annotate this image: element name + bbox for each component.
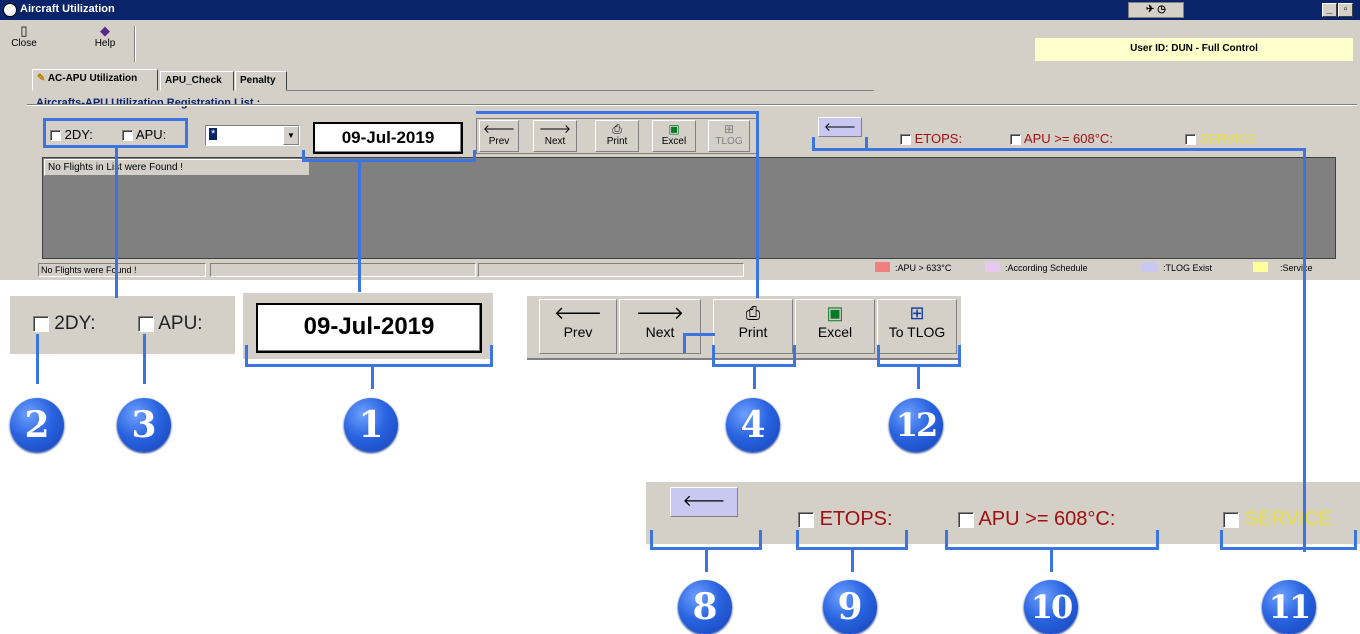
bracket-etops-stem: [851, 550, 854, 572]
bracket-date: [245, 345, 493, 367]
highlight-back: [812, 137, 868, 151]
bracket-apu-temp-stem: [1050, 550, 1053, 572]
toolbar-separator: [134, 26, 136, 62]
title-bar: Aircraft Utilization ✈ ◷ _ ▫: [0, 0, 1360, 20]
zoom-checkbox-etops: ETOPS:: [798, 508, 893, 531]
tray-icons: ✈ ◷: [1128, 2, 1184, 18]
excel-button[interactable]: ▣ Excel: [652, 120, 696, 152]
arrow-right-icon: 🡒: [538, 122, 572, 136]
help-button[interactable]: ◆ Help: [88, 23, 122, 63]
connector-back: [866, 148, 1306, 151]
user-info: User ID: DUN - Full Control: [1035, 38, 1353, 61]
connector-nav: [756, 111, 759, 298]
help-label: Help: [94, 38, 116, 49]
minimize-button[interactable]: _: [1322, 3, 1337, 17]
connector-date: [358, 162, 361, 292]
callout-badge-9: 9: [823, 580, 877, 634]
legend-swatch-apu: [875, 262, 890, 272]
edit-icon: ✎: [37, 73, 46, 84]
tab-ac-apu-utilization[interactable]: ✎ AC-APU Utilization: [32, 69, 158, 91]
callout-badge-12: 12: [889, 398, 943, 452]
legend-swatch-schedule: [985, 262, 1000, 272]
close-button[interactable]: ▯ Close: [10, 23, 38, 63]
clock-icon: [3, 3, 17, 17]
bracket-back-stem: [705, 550, 708, 572]
checkbox-etops[interactable]: ETOPS:: [900, 131, 962, 146]
legend-schedule: :According Schedule: [1005, 263, 1088, 273]
arrow-left-icon: 🡐: [482, 122, 516, 136]
bracket-back: [650, 530, 762, 550]
tab-penalty[interactable]: Penalty: [235, 71, 287, 91]
callout-badge-1: 1: [344, 398, 398, 452]
next-button[interactable]: 🡒 Next: [533, 120, 577, 152]
tab-apu-check[interactable]: APU_Check: [160, 71, 234, 91]
help-book-icon: ◆: [100, 23, 110, 38]
bracket-next-print: [683, 333, 715, 353]
status-pane-2: [210, 263, 476, 277]
prev-button[interactable]: 🡐 Prev: [479, 120, 519, 152]
list-message: No Flights in List were Found !: [44, 159, 310, 176]
callout-badge-8: 8: [678, 580, 732, 634]
bracket-print: [712, 345, 796, 367]
maximize-button[interactable]: ▫: [1338, 3, 1353, 17]
callout-badge-3: 3: [117, 398, 171, 452]
zoom-checkbox-service: SERVICE: [1223, 508, 1332, 531]
legend-service: :Service: [1280, 263, 1313, 273]
excel-icon: ▣: [668, 122, 680, 136]
connector-filters: [115, 148, 118, 298]
bracket-apu: [143, 334, 146, 384]
legend-tlog: :TLOG Exist: [1163, 263, 1213, 273]
bracket-date-stem: [371, 367, 374, 389]
bracket-print-stem: [753, 367, 756, 389]
tab-underline: [287, 90, 874, 91]
bracket-2dy: [36, 334, 39, 384]
bracket-service: [1220, 530, 1357, 550]
back-arrow-icon: 🡐: [823, 120, 857, 134]
tlog-icon: ⊞: [723, 122, 735, 136]
legend-swatch-tlog: [1142, 262, 1157, 272]
zoom-checkbox-2dy[interactable]: 2DY:: [33, 313, 95, 335]
bracket-apu-temp: [945, 530, 1159, 550]
tlog-button[interactable]: ⊞ TLOG: [708, 120, 750, 152]
connector-back-down: [1303, 148, 1306, 552]
highlight-filters: [43, 118, 188, 148]
callout-badge-10: 10: [1024, 580, 1078, 634]
callout-badge-2: 2: [10, 398, 64, 452]
chevron-down-icon[interactable]: ▼: [283, 126, 299, 145]
door-icon: ▯: [20, 23, 28, 38]
highlight-date: [302, 150, 476, 162]
zoom-prev-button: 🡐 Prev: [539, 299, 617, 354]
aircraft-combo[interactable]: * ▼: [205, 125, 300, 146]
zoom-checkbox-apu[interactable]: APU:: [138, 313, 203, 335]
checkbox-apu-temp[interactable]: APU >= 608°C:: [1010, 131, 1113, 146]
zoom-back-button: 🡐: [670, 487, 738, 517]
highlight-nav-top: [476, 111, 758, 114]
status-message: No Flights were Found !: [38, 263, 206, 277]
print-button[interactable]: ⎙ Print: [595, 120, 639, 152]
bracket-tlog-stem: [917, 367, 920, 389]
zoom-checkbox-apu-temp: APU >= 608°C:: [958, 508, 1115, 531]
checkbox-service[interactable]: SERVICE: [1185, 131, 1256, 146]
back-button[interactable]: 🡐: [818, 117, 862, 137]
bracket-etops: [796, 530, 908, 550]
zoom-excel-button: ▣ Excel: [795, 299, 875, 354]
bracket-tlog: [877, 345, 961, 367]
printer-icon: ⎙: [612, 122, 622, 136]
callout-badge-4: 4: [726, 398, 780, 452]
legend-swatch-service: [1253, 262, 1268, 272]
status-pane-3: [478, 263, 744, 277]
window-title: Aircraft Utilization: [20, 3, 115, 15]
group-frame: [27, 104, 1357, 106]
callout-badge-11: 11: [1262, 580, 1316, 634]
group-title: Aircrafts-APU Utilization Registration L…: [36, 97, 261, 109]
legend-apu: :APU > 633°C: [895, 263, 952, 273]
close-label: Close: [11, 38, 37, 49]
